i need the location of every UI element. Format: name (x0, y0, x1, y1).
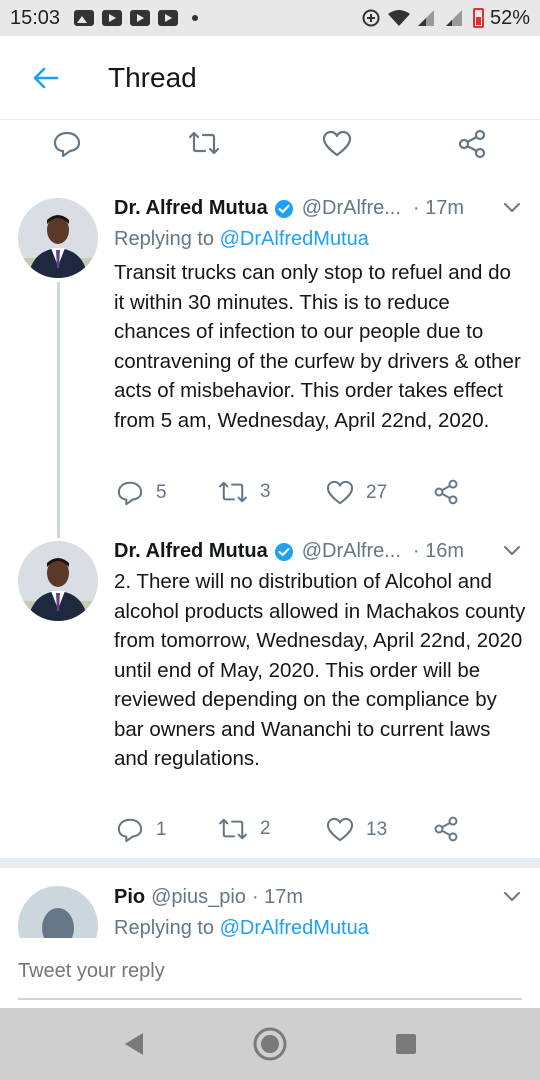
like-button[interactable] (322, 130, 352, 158)
reply-button[interactable]: 1 (116, 817, 167, 843)
retweet-icon (219, 818, 247, 840)
page-title: Thread (108, 61, 197, 93)
author-handle[interactable]: @DrAlfre... (302, 197, 401, 220)
profile-photo-icon (18, 198, 98, 278)
status-time: 15:03 (10, 6, 61, 29)
tweet-header: Dr. Alfred Mutua @DrAlfre... · 16m (114, 540, 522, 563)
default-profile-icon (18, 886, 98, 938)
replying-prefix: Replying to (114, 228, 220, 250)
replying-to-link[interactable]: @DrAlfredMutua (220, 228, 369, 250)
reply-input[interactable] (18, 960, 522, 983)
tweet[interactable]: Dr. Alfred Mutua @DrAlfre... · 17m Reply… (0, 188, 540, 538)
signal-icon (445, 10, 462, 26)
retweet-count: 3 (260, 481, 271, 502)
more-notifications-icon (192, 15, 199, 21)
section-divider (0, 858, 540, 868)
tweet[interactable]: Pio @pius_pio · 17m Replying to @DrAlfre… (0, 868, 540, 938)
avatar[interactable] (18, 198, 98, 278)
profile-photo-icon (18, 541, 98, 621)
input-underline (18, 998, 522, 1000)
reply-button[interactable] (52, 130, 82, 158)
avatar[interactable] (18, 886, 98, 938)
chevron-down-icon[interactable] (502, 886, 522, 909)
tweet-time: · 17m (251, 886, 304, 908)
gallery-notification-icon (74, 10, 95, 26)
nav-back-button[interactable] (116, 1026, 152, 1062)
back-button[interactable] (0, 36, 90, 120)
system-nav-bar (0, 1008, 540, 1080)
retweet-button[interactable]: 2 (218, 817, 271, 841)
reply-icon (53, 131, 81, 158)
square-recents-icon (396, 1034, 416, 1054)
share-button[interactable] (456, 128, 488, 160)
author-handle[interactable]: @pius_pio (151, 886, 246, 909)
circle-home-icon (253, 1027, 287, 1061)
author-name[interactable]: Pio (114, 886, 145, 909)
reply-count: 5 (156, 482, 167, 503)
author-handle[interactable]: @DrAlfre... (302, 540, 401, 563)
like-button[interactable]: 27 (326, 480, 387, 506)
share-icon (458, 129, 486, 159)
battery-level: 52% (489, 6, 530, 29)
author-name[interactable]: Dr. Alfred Mutua (114, 540, 268, 563)
nav-home-button[interactable] (252, 1026, 288, 1062)
replying-to: Replying to @DrAlfredMutua (114, 917, 369, 938)
tweet-text: Transit trucks can only stop to refuel a… (114, 261, 521, 432)
heart-icon (326, 480, 354, 505)
youtube-notification-icon (130, 10, 151, 26)
replying-to-link[interactable]: @DrAlfredMutua (220, 917, 369, 938)
battery-icon (472, 8, 484, 28)
heart-icon (322, 130, 352, 157)
tweet-text: 2. There will no distribution of Alcohol… (114, 570, 526, 770)
youtube-notification-icon (158, 10, 179, 26)
share-icon (434, 479, 458, 505)
tweet-header: Pio @pius_pio · 17m (114, 886, 522, 909)
share-button[interactable] (432, 815, 460, 843)
arrow-left-icon (33, 67, 59, 88)
chevron-down-icon[interactable] (502, 197, 522, 220)
retweet-button[interactable] (188, 130, 220, 156)
wifi-icon (387, 10, 410, 26)
status-bar: 15:03 52% (0, 0, 540, 36)
reply-button[interactable]: 5 (116, 480, 167, 506)
tweet-time: · 17m (412, 197, 465, 219)
retweet-icon (188, 131, 220, 155)
replying-prefix: Replying to (114, 917, 220, 938)
signal-icon (417, 10, 434, 26)
share-icon (434, 816, 458, 842)
app-header: Thread (0, 36, 540, 120)
replying-to: Replying to @DrAlfredMutua (114, 228, 369, 251)
tweet-header: Dr. Alfred Mutua @DrAlfre... · 17m (114, 197, 522, 220)
heart-icon (326, 817, 354, 842)
share-button[interactable] (432, 478, 460, 506)
retweet-icon (219, 481, 247, 503)
youtube-notification-icon (102, 10, 123, 26)
retweet-count: 2 (260, 818, 271, 839)
verified-badge-icon (274, 542, 294, 562)
triangle-back-icon (125, 1033, 143, 1055)
data-saver-icon (362, 9, 380, 27)
reply-icon (117, 481, 143, 506)
retweet-button[interactable]: 3 (218, 480, 271, 504)
verified-badge-icon (274, 199, 294, 219)
reply-composer (0, 938, 540, 1008)
thread-connector (57, 282, 60, 538)
tweet[interactable]: Dr. Alfred Mutua @DrAlfre... · 16m 2. Th… (0, 531, 540, 861)
like-count: 13 (366, 819, 388, 840)
reply-icon (117, 818, 143, 843)
like-count: 27 (366, 482, 388, 503)
chevron-down-icon[interactable] (502, 540, 522, 563)
tweet-time: · 16m (412, 540, 465, 562)
avatar[interactable] (18, 541, 98, 621)
like-button[interactable]: 13 (326, 817, 387, 843)
reply-count: 1 (156, 819, 167, 840)
parent-tweet-actions (0, 120, 540, 172)
nav-recents-button[interactable] (388, 1026, 424, 1062)
author-name[interactable]: Dr. Alfred Mutua (114, 197, 268, 220)
